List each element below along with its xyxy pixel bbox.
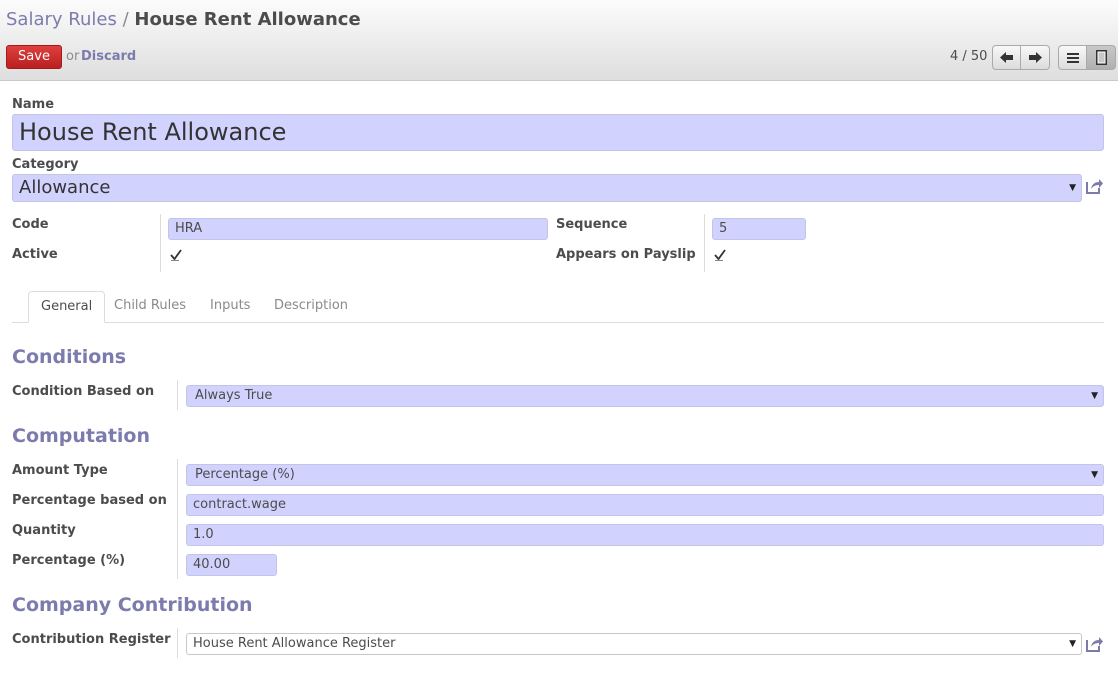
external-link-icon[interactable]	[1085, 636, 1103, 652]
tab-child-rules[interactable]: Child Rules	[114, 291, 186, 323]
or-text: or	[66, 49, 80, 64]
company-contribution-heading: Company Contribution	[12, 594, 253, 616]
chevron-down-icon: ▼	[1091, 391, 1098, 401]
amount-type-label: Amount Type	[12, 463, 108, 478]
chevron-down-icon: ▼	[1069, 183, 1076, 193]
tab-general[interactable]: General	[28, 291, 106, 323]
sequence-input[interactable]: 5	[712, 218, 806, 240]
amount-type-value: Percentage (%)	[195, 467, 295, 482]
condition-select[interactable]: Always True ▼	[186, 385, 1104, 407]
amount-type-select[interactable]: Percentage (%) ▼	[186, 464, 1104, 486]
percentage-label: Percentage (%)	[12, 553, 126, 568]
active-checkbox[interactable]	[170, 249, 184, 263]
list-view-icon	[1066, 52, 1079, 63]
name-label: Name	[12, 97, 55, 112]
computation-heading: Computation	[12, 425, 151, 447]
pager-buttons	[992, 45, 1050, 70]
view-switcher	[1058, 45, 1116, 70]
divider	[704, 214, 705, 272]
divider	[160, 214, 161, 272]
payslip-label: Appears on Payslip	[556, 247, 696, 262]
save-button[interactable]: Save	[6, 45, 62, 69]
payslip-checkbox[interactable]	[714, 249, 728, 263]
percentage-based-input[interactable]: contract.wage	[186, 494, 1104, 516]
category-label: Category	[12, 157, 79, 172]
form-view-button[interactable]	[1087, 45, 1116, 70]
discard-button[interactable]: Discard	[81, 49, 136, 64]
code-label: Code	[12, 217, 49, 232]
percentage-based-label: Percentage based on	[12, 493, 167, 508]
divider	[177, 459, 178, 579]
divider	[177, 380, 178, 410]
divider	[177, 628, 178, 658]
external-link-icon[interactable]	[1085, 178, 1103, 194]
tab-description[interactable]: Description	[274, 291, 348, 323]
name-input[interactable]: House Rent Allowance	[12, 114, 1104, 151]
condition-label: Condition Based on	[12, 384, 155, 399]
arrow-right-icon	[1028, 52, 1042, 63]
breadcrumb-separator: /	[122, 9, 129, 30]
category-select[interactable]: Allowance ▼	[12, 174, 1082, 202]
tab-inputs[interactable]: Inputs	[210, 291, 250, 323]
percentage-input[interactable]: 40.00	[186, 554, 277, 576]
checkmark-icon	[714, 249, 726, 261]
sequence-label: Sequence	[556, 217, 628, 232]
quantity-label: Quantity	[12, 523, 76, 538]
code-input[interactable]: HRA	[168, 218, 548, 240]
register-value: House Rent Allowance Register	[193, 636, 396, 651]
form-view-icon	[1095, 50, 1107, 65]
list-view-button[interactable]	[1058, 45, 1087, 70]
category-value: Allowance	[19, 177, 111, 198]
pager-previous-button[interactable]	[992, 45, 1021, 70]
register-select[interactable]: House Rent Allowance Register ▼	[186, 633, 1082, 655]
chevron-down-icon: ▼	[1091, 470, 1098, 480]
condition-value: Always True	[195, 388, 273, 403]
quantity-input[interactable]: 1.0	[186, 524, 1104, 546]
breadcrumb-salary-rules[interactable]: Salary Rules	[6, 9, 117, 30]
breadcrumb-current: House Rent Allowance	[134, 9, 361, 30]
pager-value[interactable]: 4 / 50	[950, 49, 987, 64]
arrow-left-icon	[1000, 52, 1013, 63]
breadcrumb: Salary Rules / House Rent Allowance	[6, 9, 361, 30]
conditions-heading: Conditions	[12, 346, 127, 368]
active-label: Active	[12, 247, 58, 262]
pager-next-button[interactable]	[1021, 45, 1050, 70]
checkmark-icon	[170, 249, 182, 261]
register-label: Contribution Register	[12, 632, 171, 647]
control-panel: Salary Rules / House Rent Allowance Save…	[0, 0, 1118, 81]
chevron-down-icon: ▼	[1069, 639, 1076, 649]
